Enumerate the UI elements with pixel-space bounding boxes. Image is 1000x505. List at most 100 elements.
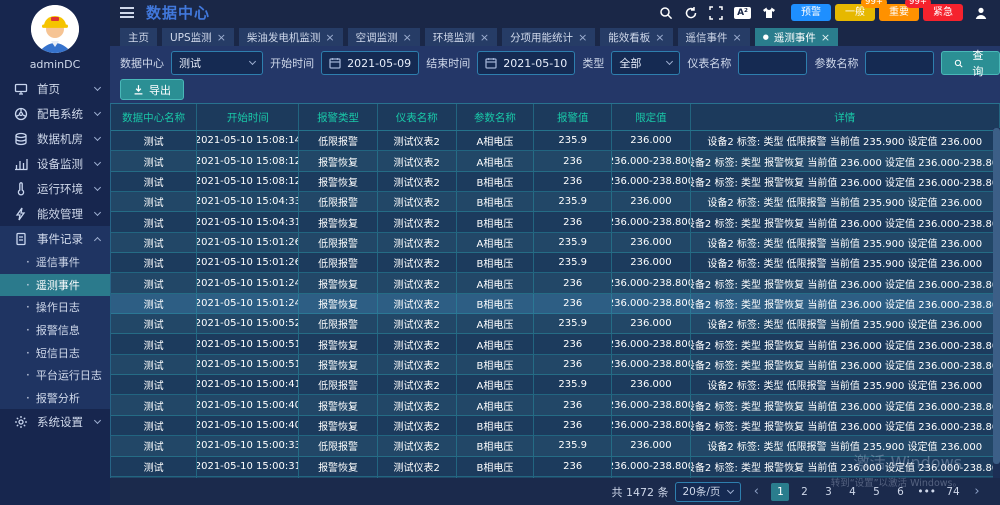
- sidebar-subitem-6-5[interactable]: ·平台运行日志: [0, 364, 110, 387]
- alarm-button-0[interactable]: 预警: [791, 4, 831, 21]
- page-size-select[interactable]: 20条/页: [675, 482, 742, 502]
- tab-0[interactable]: 主页: [120, 28, 157, 46]
- sidebar-item-6[interactable]: 事件记录: [0, 226, 110, 251]
- query-button[interactable]: 查询: [941, 51, 1000, 75]
- tab-1[interactable]: UPS监测×: [162, 28, 234, 46]
- user-icon[interactable]: [974, 6, 988, 20]
- sidebar-item-1[interactable]: 配电系统: [0, 101, 110, 126]
- tab-close-icon[interactable]: ×: [325, 31, 334, 44]
- table-cell: A相电压: [457, 334, 534, 353]
- page-button-2[interactable]: 2: [795, 483, 813, 501]
- hamburger-menu-icon[interactable]: [120, 5, 134, 21]
- export-button[interactable]: 导出: [120, 79, 184, 100]
- page-button-4[interactable]: 4: [843, 483, 861, 501]
- table-cell: 低限报警: [299, 314, 377, 333]
- sidebar-subitem-6-0[interactable]: ·遥信事件: [0, 251, 110, 274]
- table-cell: 235.9: [534, 253, 612, 272]
- sidebar: adminDC 首页配电系统数据机房设备监测运行环境能效管理事件记录·遥信事件·…: [0, 0, 110, 505]
- param-name-input[interactable]: [873, 57, 926, 69]
- end-date-input[interactable]: 2021-05-10: [477, 51, 575, 75]
- sidebar-item-label: 运行环境: [37, 181, 86, 197]
- header-icons: A² 预警一般99+重要99+紧急: [659, 4, 988, 21]
- sidebar-item-0[interactable]: 首页: [0, 76, 110, 101]
- sidebar-subitem-6-6[interactable]: ·报警分析: [0, 387, 110, 410]
- next-page-button[interactable]: ›: [968, 483, 986, 501]
- tab-7[interactable]: 遥信事件×: [678, 28, 750, 46]
- page-button-6[interactable]: 6: [891, 483, 909, 501]
- tab-close-icon[interactable]: ×: [403, 31, 412, 44]
- table-cell: 236: [534, 273, 612, 292]
- table-cell: 测试: [111, 294, 197, 313]
- refresh-icon[interactable]: [684, 6, 698, 20]
- table-rows: 测试2021-05-10 15:08:14低限报警测试仪表2A相电压235.92…: [111, 131, 1000, 478]
- datacenter-select[interactable]: 测试: [171, 51, 263, 75]
- table-cell: 测试仪表2: [378, 457, 457, 476]
- type-select[interactable]: 全部: [611, 51, 680, 75]
- page-button-1[interactable]: 1: [771, 483, 789, 501]
- font-size-icon[interactable]: A²: [734, 7, 751, 19]
- tab-close-icon[interactable]: ×: [217, 31, 226, 44]
- start-date-input[interactable]: 2021-05-09: [321, 51, 419, 75]
- sidebar-subitem-6-1[interactable]: ·遥测事件: [0, 274, 110, 297]
- table-cell: 2021-05-10 15:00:41: [197, 375, 299, 394]
- scrollbar-thumb[interactable]: [993, 128, 1000, 464]
- page-button-74[interactable]: 74: [944, 483, 962, 501]
- table-cell: 报警恢复: [299, 212, 377, 231]
- sidebar-item-label: 能效管理: [37, 206, 86, 222]
- tab-close-icon[interactable]: ×: [480, 31, 489, 44]
- table-cell: 236.000: [612, 253, 690, 272]
- table-cell: 236: [534, 355, 612, 374]
- chevron-down-icon: [249, 58, 256, 65]
- table-cell: 设备2 标签: 类型 低限报警 当前值 235.900 设定值 236.000: [691, 233, 1000, 252]
- fullscreen-icon[interactable]: [709, 6, 723, 20]
- tab-3[interactable]: 空调监测×: [348, 28, 420, 46]
- table-cell: B相电压: [457, 172, 534, 191]
- avatar[interactable]: [31, 5, 79, 53]
- alarm-button-1[interactable]: 一般99+: [835, 4, 875, 21]
- table-cell: 报警恢复: [299, 395, 377, 414]
- table-cell: 设备2 标签: 类型 低限报警 当前值 235.900 设定值 236.000: [691, 477, 1000, 478]
- meter-name-field-wrap: [738, 51, 807, 75]
- tab-4[interactable]: 环境监测×: [425, 28, 497, 46]
- tab-8[interactable]: ●遥测事件×: [755, 28, 838, 46]
- page-button-5[interactable]: 5: [867, 483, 885, 501]
- prev-page-button[interactable]: ‹: [747, 483, 765, 501]
- sidebar-item-3[interactable]: 设备监测: [0, 151, 110, 176]
- table-row: 测试2021-05-10 15:04:31报警恢复测试仪表2B相电压236236…: [111, 212, 1000, 232]
- sidebar-menu: 首页配电系统数据机房设备监测运行环境能效管理事件记录·遥信事件·遥测事件·操作日…: [0, 76, 110, 505]
- sidebar-item-4[interactable]: 运行环境: [0, 176, 110, 201]
- tab-6[interactable]: 能效看板×: [600, 28, 672, 46]
- theme-shirt-icon[interactable]: [762, 6, 776, 20]
- table-cell: 设备2 标签: 类型 报警恢复 当前值 236.000 设定值 236.000-…: [691, 273, 1000, 292]
- device-icon: [14, 157, 28, 171]
- sidebar-subitem-6-2[interactable]: ·操作日志: [0, 296, 110, 319]
- table-cell: 236: [534, 172, 612, 191]
- sidebar-item-7[interactable]: 系统设置: [0, 409, 110, 434]
- page-title: 数据中心: [146, 2, 210, 23]
- page-button-•••[interactable]: •••: [915, 483, 938, 501]
- sidebar-subitem-label: 报警信息: [36, 322, 80, 338]
- sidebar-item-2[interactable]: 数据机房: [0, 126, 110, 151]
- tab-close-icon[interactable]: ×: [733, 31, 742, 44]
- tab-close-icon[interactable]: ×: [578, 31, 587, 44]
- table-scrollbar[interactable]: [993, 128, 1000, 478]
- tab-2[interactable]: 柴油发电机监测×: [239, 28, 343, 46]
- table-row: 测试2021-05-10 15:00:52低限报警测试仪表2A相电压235.92…: [111, 314, 1000, 334]
- table-cell: 测试仪表2: [378, 233, 457, 252]
- meter-name-input[interactable]: [746, 57, 799, 69]
- table-cell: 测试: [111, 334, 197, 353]
- sidebar-subitem-6-3[interactable]: ·报警信息: [0, 319, 110, 342]
- page-button-3[interactable]: 3: [819, 483, 837, 501]
- table-cell: B相电压: [457, 355, 534, 374]
- sidebar-subitem-6-4[interactable]: ·短信日志: [0, 341, 110, 364]
- tab-close-icon[interactable]: ×: [655, 31, 664, 44]
- sidebar-item-5[interactable]: 能效管理: [0, 201, 110, 226]
- table-cell: 设备2 标签: 类型 低限报警 当前值 235.900 设定值 236.000: [691, 253, 1000, 272]
- tab-5[interactable]: 分项用能统计×: [502, 28, 595, 46]
- alarm-button-2[interactable]: 重要99+: [879, 4, 919, 21]
- tab-close-icon[interactable]: ×: [821, 31, 830, 44]
- search-icon[interactable]: [659, 6, 673, 20]
- table-cell: B相电压: [457, 253, 534, 272]
- download-icon: [133, 84, 144, 95]
- alarm-button-3[interactable]: 紧急: [923, 4, 963, 21]
